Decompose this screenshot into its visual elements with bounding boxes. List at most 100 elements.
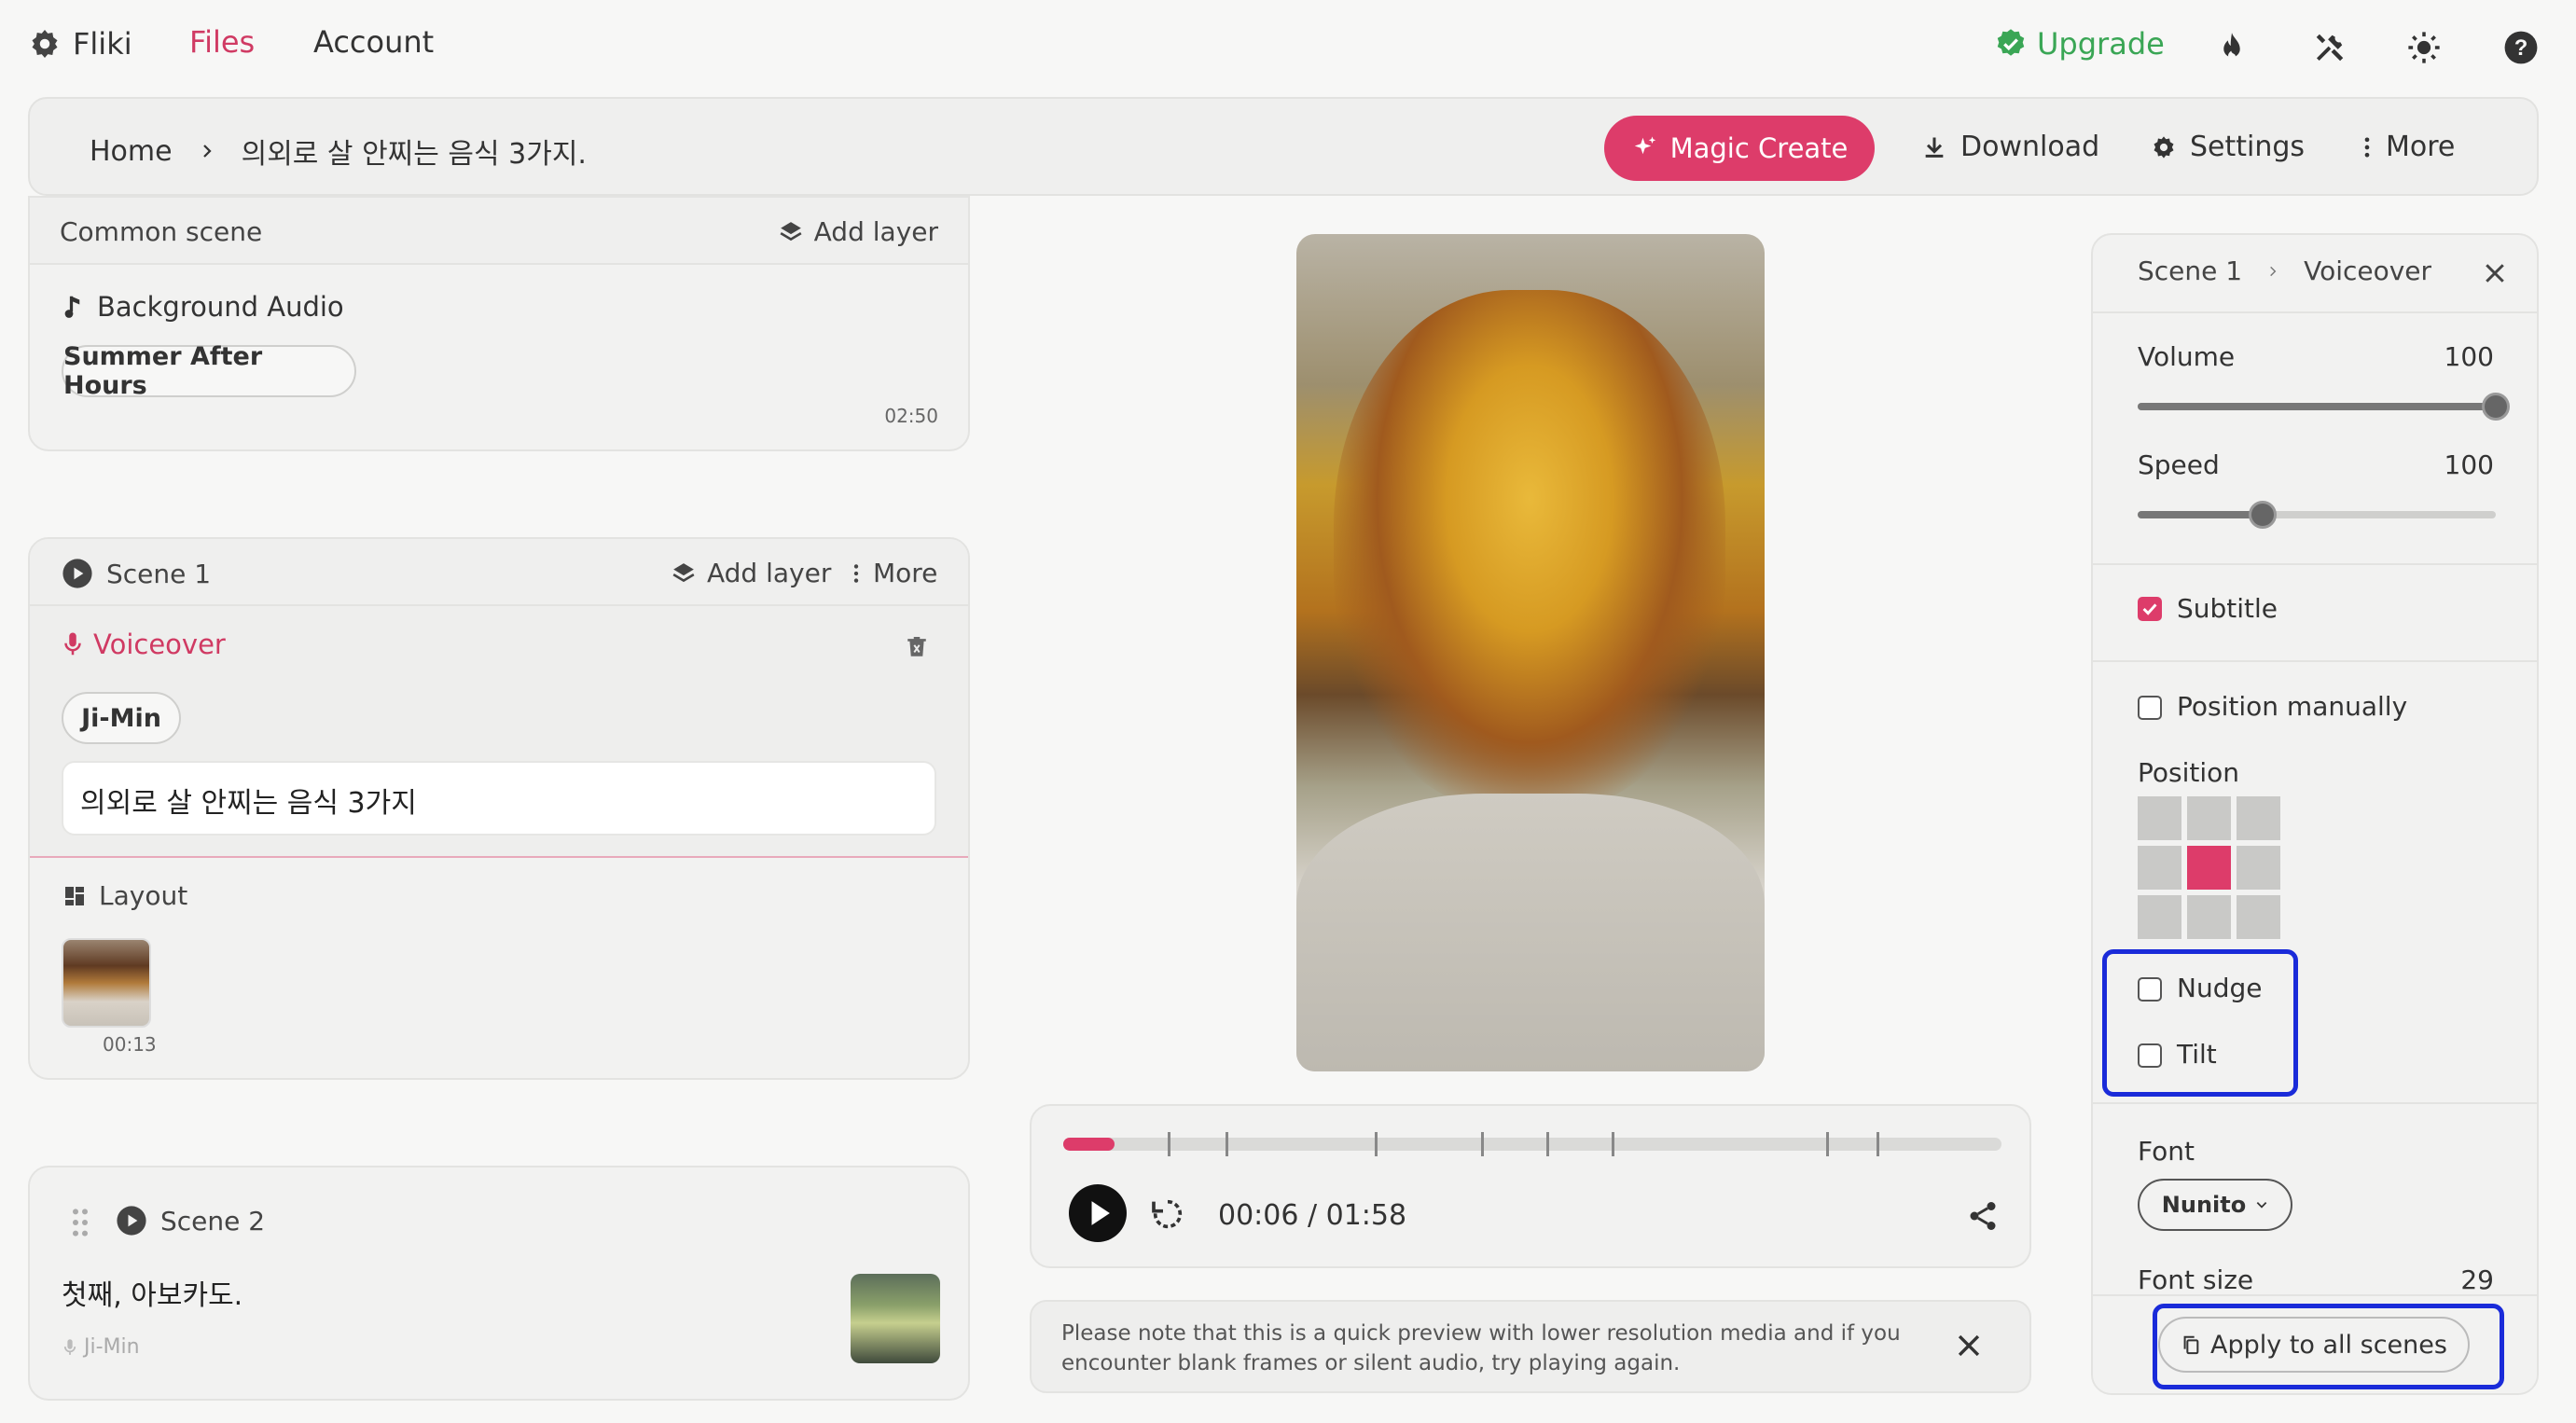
- position-middle-left[interactable]: [2138, 846, 2181, 890]
- panel-footer: Apply to all scenes: [2093, 1294, 2537, 1393]
- voiceover-label: Voiceover: [63, 629, 226, 660]
- drag-handle-icon[interactable]: [71, 1207, 90, 1238]
- speed-slider-knob[interactable]: [2249, 501, 2278, 529]
- font-select[interactable]: Nunito: [2138, 1179, 2292, 1231]
- font-label: Font: [2138, 1136, 2195, 1167]
- common-add-layer-button[interactable]: Add layer: [779, 216, 938, 247]
- more-vertical-icon: [851, 561, 862, 586]
- scene-1-add-layer-button[interactable]: Add layer: [672, 558, 831, 588]
- scene-2-text: 첫째, 아보카도.: [62, 1279, 243, 1312]
- volume-slider-fill: [2138, 403, 2496, 410]
- position-bottom-right[interactable]: [2237, 895, 2280, 939]
- divider: [2093, 660, 2537, 662]
- speed-slider-fill: [2138, 511, 2264, 518]
- download-button[interactable]: Download: [1921, 131, 2099, 163]
- font-select-value: Nunito: [2161, 1192, 2247, 1218]
- close-icon[interactable]: [2481, 259, 2509, 287]
- svg-text:?: ?: [2514, 35, 2528, 61]
- replay-icon[interactable]: [1149, 1195, 1186, 1233]
- breadcrumb: Home 의외로 살 안찌는 음식 3가지.: [90, 131, 587, 172]
- volume-label: Volume: [2138, 341, 2236, 372]
- play-circle-icon[interactable]: [62, 558, 93, 589]
- volume-slider[interactable]: [2138, 393, 2510, 421]
- position-middle-right[interactable]: [2237, 846, 2280, 890]
- volume-value: 100: [2444, 341, 2494, 372]
- preview-notice: Please note that this is a quick preview…: [1030, 1300, 2031, 1393]
- layers-icon: [779, 220, 803, 244]
- scene-1-title-group[interactable]: Scene 1: [62, 558, 211, 589]
- background-audio-text: Background Audio: [97, 291, 344, 323]
- scene-2-title-group[interactable]: Scene 2: [116, 1205, 265, 1236]
- video-frame-food: [1334, 290, 1725, 812]
- scene-2-thumbnail[interactable]: [851, 1274, 940, 1363]
- background-track-pill[interactable]: Summer After Hours: [62, 342, 356, 400]
- position-bottom-left[interactable]: [2138, 895, 2181, 939]
- scene-marker: [1612, 1132, 1614, 1156]
- background-audio-label: Background Audio: [63, 291, 344, 323]
- microphone-icon: [63, 630, 82, 658]
- chevron-down-icon: [2255, 1198, 2268, 1211]
- subtitle-label: Subtitle: [2177, 593, 2278, 624]
- subtitle-checkbox[interactable]: [2138, 597, 2162, 621]
- magic-create-button[interactable]: Magic Create: [1604, 116, 1875, 181]
- highlight-box: [2153, 1304, 2504, 1389]
- voiceover-layer[interactable]: Voiceover Ji-Min 의외로 살 안찌는 음식 3가지: [30, 606, 968, 858]
- help-icon[interactable]: ?: [2503, 30, 2539, 65]
- more-vertical-icon: [2361, 134, 2373, 160]
- position-bottom-center[interactable]: [2187, 895, 2231, 939]
- theme-sun-icon[interactable]: [2406, 30, 2442, 65]
- position-middle-center[interactable]: [2187, 846, 2231, 890]
- layout-duration: 00:13: [103, 1033, 157, 1056]
- upgrade-button[interactable]: Upgrade: [1994, 26, 2165, 62]
- breadcrumb-home[interactable]: Home: [90, 135, 173, 168]
- music-note-icon: [63, 293, 84, 321]
- progress-track[interactable]: [1063, 1132, 2001, 1156]
- panel-crumb-scene[interactable]: Scene 1: [2138, 256, 2242, 286]
- speed-slider[interactable]: [2138, 501, 2496, 529]
- project-title[interactable]: 의외로 살 안찌는 음식 3가지.: [242, 131, 587, 172]
- nav-files[interactable]: Files: [189, 24, 255, 60]
- position-manually-label: Position manually: [2177, 691, 2408, 722]
- tools-icon[interactable]: [2312, 30, 2347, 65]
- scene-1-card: Scene 1 Add layer More Voiceover Ji-Min …: [28, 537, 970, 1080]
- panel-crumb-item: Voiceover: [2304, 256, 2432, 286]
- video-preview[interactable]: [1296, 234, 1765, 1071]
- font-size-label: Font size: [2138, 1264, 2254, 1295]
- more-button[interactable]: More: [2361, 131, 2455, 163]
- chevron-right-icon: [199, 143, 215, 159]
- play-circle-icon[interactable]: [116, 1205, 147, 1236]
- voiceover-label-text: Voiceover: [93, 629, 226, 660]
- position-top-right[interactable]: [2237, 796, 2280, 840]
- delete-icon[interactable]: [905, 634, 929, 660]
- divider: [2093, 1102, 2537, 1104]
- fliki-logo-icon: [28, 27, 62, 61]
- font-size-value: 29: [2460, 1264, 2494, 1295]
- scene-1-more-button[interactable]: More: [851, 558, 937, 588]
- position-manually-checkbox[interactable]: [2138, 696, 2162, 720]
- position-top-left[interactable]: [2138, 796, 2181, 840]
- settings-button[interactable]: Settings: [2151, 131, 2305, 163]
- volume-slider-knob[interactable]: [2482, 393, 2510, 421]
- play-button[interactable]: [1069, 1184, 1127, 1242]
- top-navigation: Fliki Files Account Upgrade ?: [0, 0, 2576, 93]
- position-top-center[interactable]: [2187, 796, 2231, 840]
- close-icon[interactable]: [1953, 1330, 1985, 1361]
- layout-label: Layout: [63, 880, 187, 911]
- voiceover-text-input[interactable]: 의외로 살 안찌는 음식 3가지: [62, 761, 936, 836]
- voice-pill[interactable]: Ji-Min: [62, 692, 181, 744]
- panel-breadcrumb: Scene 1 Voiceover: [2138, 256, 2431, 286]
- settings-label: Settings: [2190, 131, 2306, 163]
- flame-icon[interactable]: [2214, 30, 2250, 65]
- layout-label-text: Layout: [99, 880, 188, 911]
- scene-marker: [1375, 1132, 1378, 1156]
- scene-2-card[interactable]: Scene 2 첫째, 아보카도. Ji-Min: [28, 1166, 970, 1401]
- scene-marker: [1826, 1132, 1829, 1156]
- gear-icon: [2151, 134, 2177, 160]
- preview-notice-text: Please note that this is a quick preview…: [1061, 1321, 1901, 1375]
- share-icon[interactable]: [1966, 1199, 2000, 1233]
- nav-account[interactable]: Account: [313, 24, 434, 60]
- layout-thumbnail[interactable]: [62, 938, 151, 1028]
- scene-1-header: Scene 1 Add layer More: [30, 539, 968, 606]
- more-label: More: [873, 558, 938, 588]
- brand-logo[interactable]: Fliki: [28, 26, 132, 62]
